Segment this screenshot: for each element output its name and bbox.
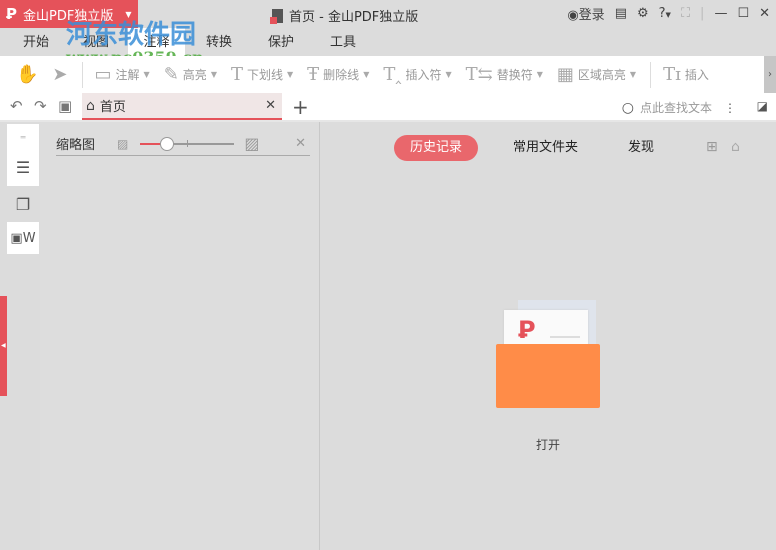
panel-title: 缩略图: [56, 138, 96, 153]
panel-toggle-icon[interactable]: ◪: [757, 99, 768, 113]
watermark-logo: 河东软件园: [10, 14, 196, 51]
minimize-button[interactable]: —: [714, 6, 727, 21]
save-icon[interactable]: ▣: [58, 97, 72, 115]
sidebar-thumbnail-button[interactable]: ❐: [7, 188, 39, 220]
folder-icon: [496, 344, 600, 408]
tab-tools[interactable]: 工具: [321, 28, 365, 56]
small-image-icon[interactable]: ▨: [117, 137, 128, 151]
hand-icon: ✋: [16, 64, 39, 85]
area-icon: ▦: [556, 64, 574, 85]
highlight-label: 高亮: [182, 68, 207, 82]
underline-icon: T: [230, 64, 243, 85]
search-placeholder: 点此查找文本: [639, 101, 712, 115]
divider: |: [700, 6, 705, 21]
undo-icon[interactable]: ↶: [10, 97, 23, 115]
sidebar-convert-button[interactable]: ▣W: [7, 222, 39, 254]
divider: [650, 61, 652, 88]
replace-mark-button[interactable]: T⇆ 替换符 ▼: [466, 64, 543, 85]
divider: [81, 61, 83, 88]
pages-icon: ❐: [15, 194, 31, 214]
sidebar-outline-button[interactable]: ═ ☰: [7, 124, 39, 186]
new-tab-button[interactable]: +: [292, 95, 309, 119]
list-icon: ☰: [15, 158, 31, 177]
cursor-icon: ➤: [52, 64, 68, 85]
home-icon: ⌂: [86, 97, 95, 114]
underline-button[interactable]: T 下划线 ▼: [231, 64, 293, 85]
feedback-icon[interactable]: ▤: [615, 6, 627, 21]
tab-history[interactable]: 历史记录: [394, 135, 479, 161]
window-title-text: 首页 - 金山PDF独立版: [289, 10, 419, 25]
insert-mark-label: 插入符: [405, 68, 442, 82]
insert-label: 插入: [684, 68, 709, 82]
annotate-toolbar: ✋ ➤ ▭ 注解 ▼ ✎ 高亮 ▼ T 下划线 ▼ Ŧ 删除线 ▼ T‸ 插入符 ▼ T⇆ 替换符 ▼ …: [0, 56, 776, 93]
comment-icon: ▭: [94, 64, 112, 85]
redo-icon[interactable]: ↷: [34, 97, 47, 115]
more-icon[interactable]: ⋮: [724, 101, 736, 115]
clear-icon[interactable]: ⌂: [731, 139, 740, 155]
close-tab-icon[interactable]: ✕: [265, 98, 276, 113]
insert-textbox-button[interactable]: Tɪ 插入: [663, 64, 709, 85]
doc-tab-home[interactable]: ⌂ 首页 ✕: [82, 93, 282, 120]
tab-protect[interactable]: 保护: [259, 28, 303, 56]
doc-tab-label: 首页: [99, 100, 126, 115]
note-button[interactable]: ▭ 注解 ▼: [95, 64, 150, 85]
watermark-name: 河东软件园: [66, 20, 197, 50]
drag-handle-icon: ═: [20, 133, 26, 142]
highlight-button[interactable]: ✎ 高亮 ▼: [164, 64, 217, 85]
note-label: 注解: [115, 68, 140, 82]
replace-text-icon: T⇆: [465, 64, 493, 85]
login-label: 登录: [578, 8, 605, 23]
pen-icon: ✎: [163, 64, 179, 85]
underline-label: 下划线: [246, 68, 283, 82]
sidebar-collapse-handle[interactable]: ◀: [0, 296, 7, 396]
help-icon[interactable]: ?▼: [659, 6, 671, 21]
tab-common-folders[interactable]: 常用文件夹: [497, 135, 594, 161]
search-icon: ○: [621, 99, 634, 116]
area-highlight-button[interactable]: ▦ 区域高亮 ▼: [557, 64, 636, 85]
strikethrough-button[interactable]: Ŧ 删除线 ▼: [307, 64, 369, 85]
open-label: 打开: [536, 438, 561, 452]
gear-icon[interactable]: ⚙: [637, 6, 649, 21]
strikethrough-icon: Ŧ: [307, 64, 320, 85]
open-file-button[interactable]: Ꝑ: [496, 300, 602, 410]
select-tool-button[interactable]: ➤: [52, 64, 67, 85]
large-image-icon[interactable]: ▨: [244, 134, 259, 153]
maximize-button[interactable]: ☐: [737, 6, 749, 21]
textbox-icon: Tɪ: [663, 64, 681, 85]
hand-tool-button[interactable]: ✋: [16, 64, 38, 85]
close-button[interactable]: ✕: [759, 6, 770, 21]
tab-discover[interactable]: 发现: [612, 135, 670, 161]
fullscreen-icon[interactable]: ⛶: [681, 6, 690, 21]
search-input[interactable]: ○ 点此查找文本 ⋮: [622, 99, 736, 116]
pdf-to-word-icon: ▣W: [10, 230, 36, 246]
replace-mark-label: 替换符: [496, 68, 533, 82]
close-panel-icon[interactable]: ✕: [295, 136, 306, 151]
document-tab-bar: ↶ ↷ ▣ ⌂ 首页 ✕ + ○ 点此查找文本 ⋮ ◪: [0, 93, 776, 122]
insert-text-icon: T‸: [383, 64, 402, 85]
home-page: 历史记录 常用文件夹 发现 ⊞ ⌂ Ꝑ 打开: [321, 122, 776, 550]
area-highlight-label: 区域高亮: [577, 68, 626, 82]
window-title: 首页 - 金山PDF独立版: [270, 6, 419, 25]
user-icon: ◉: [567, 8, 579, 23]
toolbar-scroll-right[interactable]: ›: [764, 56, 776, 93]
login-button[interactable]: ◉登录: [567, 4, 604, 23]
pdf-file-icon: [270, 8, 283, 24]
thumbnail-panel: 缩略图 ▨ ▨ ✕: [40, 122, 320, 550]
thumbnail-size-slider[interactable]: [140, 136, 235, 151]
strikethrough-label: 删除线: [323, 68, 360, 82]
grid-view-icon[interactable]: ⊞: [706, 139, 718, 155]
insert-mark-button[interactable]: T‸ 插入符 ▼: [383, 64, 451, 85]
